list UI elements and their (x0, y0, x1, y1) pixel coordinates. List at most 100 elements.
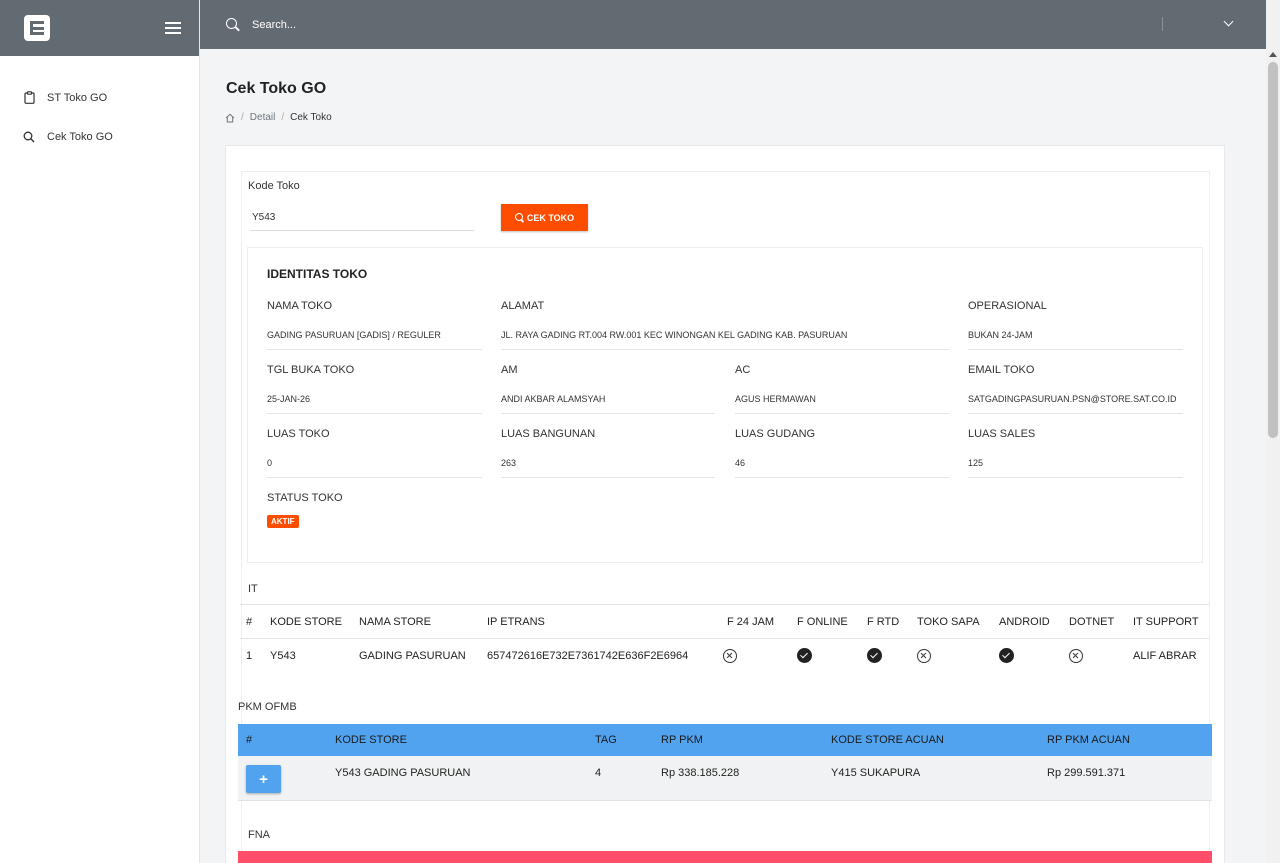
luas-toko-label: LUAS TOKO (267, 428, 330, 440)
it-col-kode-store: KODE STORE (270, 615, 342, 628)
x-circle-icon (723, 648, 737, 663)
pkm-col-kode-store-acuan: KODE STORE ACUAN (831, 734, 944, 746)
cek-toko-button-label: CEK TOKO (526, 212, 575, 223)
search-icon (226, 17, 240, 32)
chevron-down-icon[interactable] (1223, 16, 1234, 27)
it-col-fonline: F ONLINE (797, 615, 848, 628)
it-col-nama-store: NAMA STORE (359, 615, 431, 628)
top-bar (200, 0, 1266, 49)
it-cell-support: ALIF ABRAR (1133, 649, 1197, 662)
it-col-toko-sapa: TOKO SAPA (917, 615, 980, 628)
luas-bangunan-label: LUAS BANGUNAN (501, 428, 596, 440)
pkm-section-label: PKM OFMB (238, 701, 297, 713)
nama-toko-value: GADING PASURUAN [GADIS] / REGULER (267, 328, 482, 350)
pkm-col-rp-pkm-acuan: RP PKM ACUAN (1047, 734, 1130, 746)
sidebar-item-st-toko-go[interactable]: ST Toko GO (0, 78, 199, 117)
status-badge: AKTIF (267, 515, 299, 528)
pkm-table-header: # KODE STORE TAG RP PKM KODE STORE ACUAN… (238, 724, 1212, 756)
it-col-f24jam: F 24 JAM (727, 615, 775, 628)
x-circle-icon (1069, 648, 1083, 663)
it-cell-no: 1 (246, 649, 253, 662)
pkm-cell-kode-acuan: Y415 SUKAPURA (831, 767, 921, 779)
pkm-cell-rp-acuan: Rp 299.591.371 (1047, 767, 1126, 779)
table-row: + Y543 GADING PASURUAN 4 Rp 338.185.228 … (238, 756, 1212, 801)
status-toko-label: STATUS TOKO (267, 492, 343, 504)
it-cell-ip: 657472616E732E7361742E636F2E6964 (487, 649, 689, 662)
it-cell-fonline (791, 639, 861, 673)
sidebar-header (0, 0, 199, 56)
am-label: AM (501, 364, 518, 376)
luas-toko-value: 0 (267, 456, 482, 478)
pkm-col-tag: TAG (595, 734, 617, 746)
it-col-android: ANDROID (999, 615, 1050, 628)
it-cell-f24jam (721, 639, 791, 673)
am-value: ANDI AKBAR ALAMSYAH (501, 392, 715, 414)
cek-toko-button[interactable]: CEK TOKO (501, 204, 588, 231)
scroll-thumb[interactable] (1268, 62, 1278, 438)
kode-toko-input[interactable] (250, 205, 474, 231)
sidebar-item-label: ST Toko GO (47, 91, 108, 104)
tgl-buka-value: 25-JAN-26 (267, 392, 482, 414)
it-cell-nama: GADING PASURUAN (359, 649, 466, 662)
pkm-col-kode-store: KODE STORE (335, 734, 407, 746)
operasional-label: OPERASIONAL (968, 300, 1047, 312)
it-cell-tokosapa (911, 639, 993, 673)
check-circle-icon (867, 648, 882, 664)
expand-row-button[interactable]: + (246, 765, 281, 793)
pkm-cell-tag: 4 (595, 767, 602, 779)
fna-table-header (238, 851, 1212, 863)
alamat-label: ALAMAT (501, 300, 545, 312)
search-input[interactable] (252, 18, 652, 31)
pkm-cell-rp-pkm: Rp 338.185.228 (661, 767, 740, 779)
operasional-value: BUKAN 24-JAM (968, 328, 1183, 350)
pkm-cell-kode: Y543 GADING PASURUAN (335, 767, 471, 779)
ac-label: AC (735, 364, 751, 376)
breadcrumb-detail[interactable]: Detail (250, 112, 276, 123)
it-section-label: IT (248, 583, 258, 595)
menu-toggle-icon[interactable] (165, 22, 181, 34)
app-logo-icon[interactable] (24, 15, 50, 41)
home-icon[interactable] (225, 113, 235, 123)
sidebar-item-cek-toko-go[interactable]: Cek Toko GO (0, 117, 199, 156)
luas-gudang-label: LUAS GUDANG (735, 428, 816, 440)
sidebar-item-label: Cek Toko GO (47, 130, 113, 143)
email-toko-label: EMAIL TOKO (968, 364, 1035, 376)
search-icon (514, 213, 524, 222)
fna-section-label: FNA (248, 829, 270, 841)
breadcrumb-separator: / (241, 112, 244, 123)
nama-toko-label: NAMA TOKO (267, 300, 333, 312)
it-cell-frtd (861, 639, 911, 673)
it-col-it-support: IT SUPPORT (1133, 615, 1199, 628)
breadcrumb: / Detail / Cek Toko (225, 112, 332, 123)
luas-gudang-value: 46 (735, 456, 949, 478)
tgl-buka-label: TGL BUKA TOKO (267, 364, 355, 376)
breadcrumb-separator: / (281, 112, 285, 123)
page-title: Cek Toko GO (226, 80, 327, 97)
scroll-up-arrow-icon[interactable] (1269, 52, 1277, 57)
it-col-frtd: F RTD (867, 615, 900, 628)
it-cell-kode: Y543 (270, 649, 296, 662)
it-cell-dotnet (1063, 639, 1127, 673)
kode-toko-label: Kode Toko (248, 180, 300, 192)
sidebar-menu: ST Toko GO Cek Toko GO (0, 56, 199, 156)
luas-sales-label: LUAS SALES (968, 428, 1036, 440)
identitas-toko-title: IDENTITAS TOKO (267, 267, 368, 281)
table-row: 1 Y543 GADING PASURUAN 657472616E732E736… (240, 639, 1209, 673)
check-circle-icon (797, 648, 812, 664)
it-col-ip-etrans: IP ETRANS (487, 615, 545, 628)
ac-value: AGUS HERMAWAN (735, 392, 949, 414)
it-table: # KODE STORE NAMA STORE IP ETRANS F 24 J… (240, 604, 1209, 673)
pkm-col-rp-pkm: RP PKM (661, 734, 703, 746)
it-col-no: # (246, 615, 253, 628)
alamat-value: JL. RAYA GADING RT.004 RW.001 KEC WINONG… (501, 328, 949, 350)
pkm-col-no: # (246, 734, 253, 746)
check-circle-icon (999, 648, 1014, 664)
it-col-dotnet: DOTNET (1069, 615, 1115, 628)
x-circle-icon (917, 648, 931, 663)
it-table-header: # KODE STORE NAMA STORE IP ETRANS F 24 J… (240, 604, 1209, 639)
search-icon (23, 131, 35, 143)
email-toko-value: SATGADINGPASURUAN.PSN@STORE.SAT.CO.ID (968, 392, 1183, 414)
sidebar: ST Toko GO Cek Toko GO (0, 0, 200, 863)
luas-sales-value: 125 (968, 456, 1183, 478)
page-scrollbar[interactable] (1266, 0, 1280, 863)
